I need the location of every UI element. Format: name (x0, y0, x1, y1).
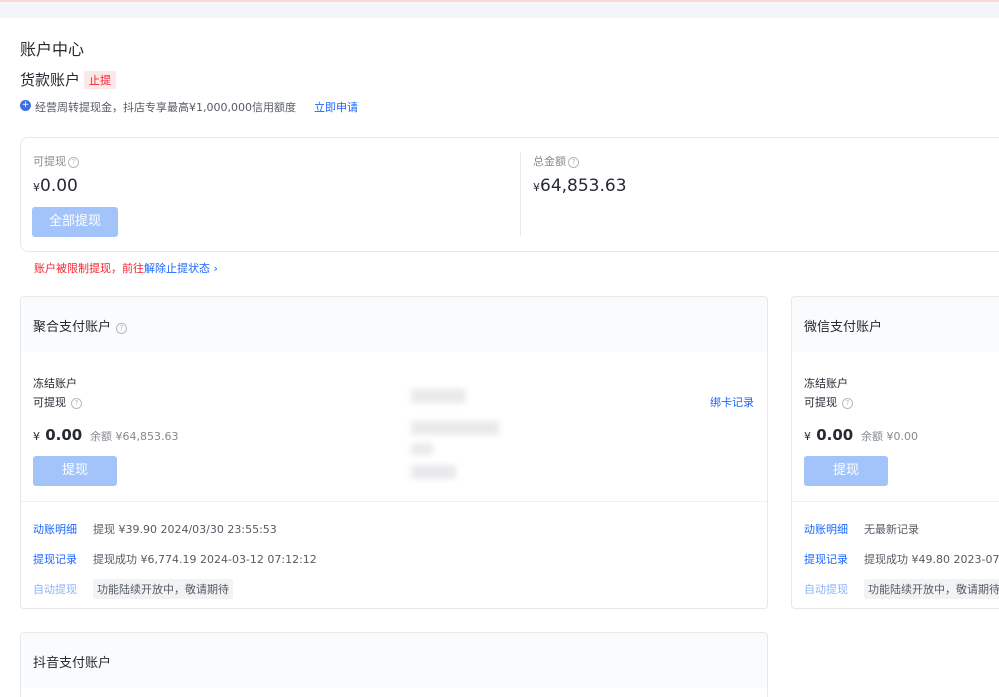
latest-transaction: 无最新记录 (864, 523, 919, 536)
total-amount: ¥64,853.63 (533, 176, 627, 196)
aggregate-payment-card: 聚合支付账户? 冻结账户 可提现? ¥ 0.00 余额 ¥64,853.63 提… (20, 296, 768, 609)
auto-withdraw-link[interactable]: 自动提现 (33, 581, 77, 597)
latest-transaction: 提现 ¥39.90 2024/03/30 23:55:53 (93, 523, 277, 536)
withdraw-all-button[interactable]: 全部提现 (32, 207, 118, 237)
auto-withdraw-link[interactable]: 自动提现 (804, 581, 848, 597)
redacted-info (411, 465, 456, 479)
latest-withdrawal: 提现成功 ¥6,774.19 2024-03-12 07:12:12 (93, 553, 317, 566)
divider (792, 501, 999, 502)
summary-divider (520, 152, 521, 236)
balance-text: 余额 ¥0.00 (861, 430, 918, 443)
card-header (21, 297, 767, 352)
bind-card-record-link[interactable]: 绑卡记录 (710, 394, 754, 410)
withdrawable-amount: ¥0.00 (33, 176, 78, 196)
balance-text: 余额 ¥64,853.63 (90, 430, 179, 443)
help-icon[interactable]: ? (842, 398, 853, 409)
withdrawable-label: 可提现? (804, 394, 853, 410)
page-title: 账户中心 (20, 40, 85, 59)
status-badge: 止提 (84, 71, 116, 89)
withdraw-records-link[interactable]: 提现记录 (33, 551, 77, 567)
lift-restriction-link[interactable]: 解除止提状态 › (144, 262, 218, 275)
frozen-account-label: 冻结账户 (804, 377, 848, 390)
douyin-payment-card: 抖音支付账户 (20, 632, 768, 697)
coming-soon-tag: 功能陆续开放中，敬请期待 (864, 579, 999, 599)
withdraw-restricted-warning: 账户被限制提现，前往解除止提状态 › (34, 262, 218, 275)
account-title: 货款账户 (20, 71, 81, 89)
transaction-details-link[interactable]: 动账明细 (804, 521, 848, 537)
frozen-account-label: 冻结账户 (33, 377, 77, 390)
plus-circle-icon: + (20, 100, 31, 111)
redacted-info (411, 443, 433, 455)
redacted-info (411, 389, 466, 403)
promo-text: 经营周转提现金，抖店专享最高¥1,000,000信用额度 (35, 101, 296, 114)
top-strip (0, 0, 999, 18)
help-icon[interactable]: ? (116, 323, 128, 334)
redacted-info (411, 421, 499, 435)
card-title: 聚合支付账户? (33, 316, 128, 335)
latest-withdrawal: 提现成功 ¥49.80 2023-07-1 (864, 553, 999, 566)
apply-now-link[interactable]: 立即申请 (314, 99, 358, 115)
help-icon[interactable]: ? (568, 157, 579, 168)
total-label: 总金额? (533, 153, 579, 169)
wechat-payment-card: 微信支付账户 冻结账户 可提现? ¥ 0.00 余额 ¥0.00 提现 动账明细… (791, 296, 999, 609)
withdrawable-label: 可提现? (33, 153, 79, 169)
card-title: 抖音支付账户 (33, 656, 112, 671)
card-header (21, 633, 767, 688)
transaction-details-link[interactable]: 动账明细 (33, 521, 77, 537)
withdrawable-label: 可提现? (33, 394, 82, 410)
withdraw-records-link[interactable]: 提现记录 (804, 551, 848, 567)
withdraw-button[interactable]: 提现 (804, 456, 888, 486)
help-icon[interactable]: ? (71, 398, 82, 409)
withdraw-button[interactable]: 提现 (33, 456, 117, 486)
card-title: 微信支付账户 (804, 320, 883, 335)
coming-soon-tag: 功能陆续开放中，敬请期待 (93, 579, 233, 599)
divider (21, 501, 767, 502)
withdrawable-amount: ¥ 0.00 (804, 426, 854, 444)
help-icon[interactable]: ? (68, 157, 79, 168)
withdrawable-amount: ¥ 0.00 (33, 426, 83, 444)
summary-card (20, 137, 999, 252)
